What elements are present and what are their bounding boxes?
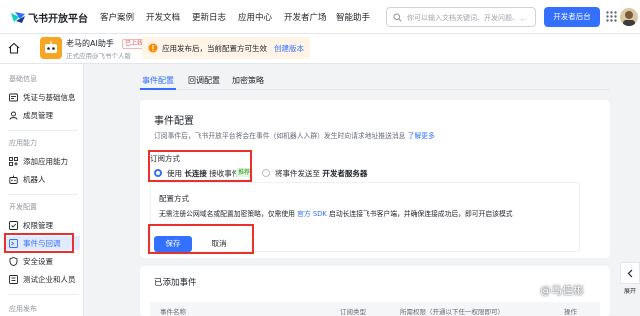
- config-method-title: 配置方式: [159, 194, 189, 203]
- config-desc-suffix: 启动长连接飞书客户端，并确保连接成功后，即可开启该模式: [329, 210, 513, 218]
- sidebar-divider: [8, 130, 78, 131]
- event-config-card: 事件配置 订阅事件后，飞书开放平台将会在事件（如机器人入群）发生时向请求地址推送…: [140, 100, 610, 258]
- sidebar-item-label: 成员管理: [23, 111, 53, 120]
- sidebar-divider: [8, 194, 78, 195]
- highlight-box-subscription: [148, 150, 252, 182]
- sidebar-item-label: 添加应用能力: [23, 157, 68, 166]
- column-event-name: 事件名称: [160, 308, 186, 316]
- sidebar-item-label: 权限管理: [23, 221, 53, 230]
- sidebar-group-app-publish: 应用发布: [9, 305, 37, 313]
- app-grid-icon[interactable]: [606, 11, 617, 22]
- tab-callback-config[interactable]: 回调配置: [188, 75, 220, 86]
- tab-encryption[interactable]: 加密策略: [232, 75, 264, 86]
- sidebar-item-security[interactable]: 安全设置: [4, 254, 80, 268]
- feishu-logo-icon[interactable]: [10, 10, 26, 24]
- sidebar-item-credentials[interactable]: 凭证与基础信息: [4, 90, 80, 104]
- watermark: @马佳彬: [540, 284, 584, 297]
- members-icon: [9, 111, 18, 120]
- nav-changelog[interactable]: 更新日志: [192, 11, 226, 23]
- sidebar-item-label: 凭证与基础信息: [23, 93, 76, 102]
- sidebar-item-permissions[interactable]: 权限管理: [4, 218, 80, 232]
- tab-event-config[interactable]: 事件配置: [142, 75, 174, 86]
- config-desc-prefix: 无需注册公网域名或配置加密策略，仅需使用: [159, 210, 295, 218]
- grid-plus-icon: [9, 157, 18, 166]
- user-avatar[interactable]: [620, 8, 638, 26]
- column-subscription-type: 订阅类型: [340, 308, 366, 316]
- sidebar-divider: [8, 294, 78, 295]
- developer-console-button[interactable]: 开发者后台: [544, 7, 600, 27]
- sidebar-group-basic-info: 基础信息: [9, 75, 37, 83]
- robot-icon: [40, 37, 62, 59]
- description-text: 订阅事件后，飞书开放平台将会在事件（如机器人入群）发生时向请求地址推送消息: [154, 132, 406, 140]
- top-navigation-bar: 飞书开放平台 客户案例 开发文档 更新日志 应用中心 开发者广场 智能助手 你可…: [0, 0, 640, 34]
- developer-server-option[interactable]: 将事件发送至 开发者服务器: [275, 168, 367, 179]
- sidebar-item-members[interactable]: 成员管理: [4, 108, 80, 122]
- credentials-icon: [9, 93, 18, 102]
- permission-icon: [9, 221, 18, 230]
- avatar-icon: [623, 11, 635, 26]
- sidebar-item-label: 机器人: [23, 175, 46, 184]
- test-icon: [9, 275, 18, 284]
- sidebar: 基础信息 凭证与基础信息 成员管理 应用能力 添加应用能力 机器人 开发配置 权…: [0, 64, 84, 316]
- highlight-box-sidebar: [4, 233, 74, 253]
- shield-icon: [9, 257, 18, 266]
- sidebar-group-dev-config: 开发配置: [9, 203, 37, 211]
- nav-ai-assistant[interactable]: 智能助手: [336, 11, 370, 23]
- added-events-title: 已添加事件: [154, 278, 197, 288]
- app-avatar: [40, 37, 62, 59]
- warning-icon: [148, 43, 158, 53]
- config-method-description: 无需注册公网域名或配置加密策略，仅需使用 官方 SDK 启动长连接飞书客户端，并…: [159, 208, 513, 218]
- home-icon[interactable]: [8, 42, 20, 54]
- nav-app-center[interactable]: 应用中心: [238, 11, 272, 23]
- search-placeholder: 你可以输入文档关键词、开发问题、…: [407, 14, 526, 22]
- developer-server-radio[interactable]: [262, 169, 270, 177]
- sidebar-item-test-users[interactable]: 测试企业和人员: [4, 272, 80, 286]
- column-required-permissions: 所需权限（开通以下任一权限即可）: [400, 308, 504, 316]
- official-sdk-link[interactable]: 官方 SDK: [297, 210, 327, 218]
- event-tabs: 事件配置 回调配置 加密策略: [140, 70, 610, 90]
- bot-icon: [9, 175, 18, 184]
- sidebar-item-bot[interactable]: 机器人: [4, 172, 80, 186]
- sidebar-group-app-abilities: 应用能力: [9, 139, 37, 147]
- app-header: 老马的AI助手 已上线 正式应用@飞书个人版 应用发布后，当前配置方可生效 创建…: [0, 34, 640, 64]
- highlight-box-buttons: [148, 224, 254, 254]
- learn-more-link[interactable]: 了解更多: [408, 132, 435, 140]
- sidebar-item-add-ability[interactable]: 添加应用能力: [4, 154, 80, 168]
- create-version-link[interactable]: 创建版本: [274, 43, 304, 54]
- option-prefix: 将事件发送至: [275, 169, 320, 178]
- column-actions: 操作: [564, 308, 577, 316]
- side-panel-toggle[interactable]: [620, 262, 640, 284]
- expand-label[interactable]: 展开: [624, 286, 636, 295]
- sidebar-item-label: 测试企业和人员: [23, 275, 76, 284]
- notice-text: 应用发布后，当前配置方可生效: [162, 44, 267, 53]
- option-bold: 开发者服务器: [322, 169, 368, 178]
- publish-notice: 应用发布后，当前配置方可生效 创建版本: [142, 37, 310, 59]
- nav-customer-cases[interactable]: 客户案例: [100, 11, 134, 23]
- chevron-left-icon: [627, 269, 633, 278]
- app-subtitle: 正式应用@飞书个人版: [66, 52, 131, 60]
- nav-dev-docs[interactable]: 开发文档: [146, 11, 180, 23]
- nav-developer-square[interactable]: 开发者广场: [284, 11, 327, 23]
- active-tab-indicator: [140, 88, 176, 90]
- app-name: 老马的AI助手: [66, 39, 114, 48]
- section-title: 事件配置: [154, 116, 194, 127]
- section-description: 订阅事件后，飞书开放平台将会在事件（如机器人入群）发生时向请求地址推送消息 了解…: [154, 130, 435, 140]
- search-input[interactable]: 你可以输入文档关键词、开发问题、…: [386, 7, 536, 27]
- platform-name[interactable]: 飞书开放平台: [28, 10, 88, 25]
- search-icon: [393, 13, 402, 22]
- sidebar-item-label: 安全设置: [23, 257, 53, 266]
- events-table-header: 事件名称 订阅类型 所需权限（开通以下任一权限即可） 操作: [150, 302, 600, 316]
